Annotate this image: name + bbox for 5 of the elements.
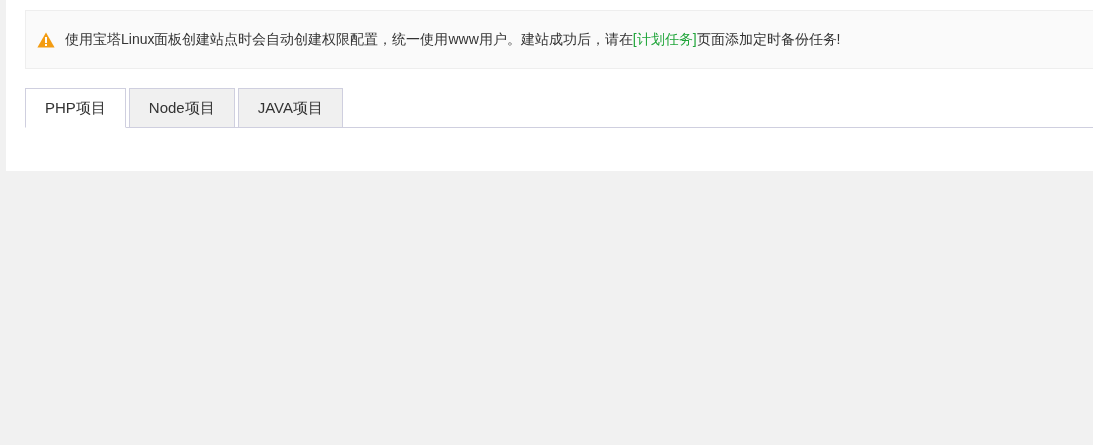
warning-icon [37, 31, 55, 48]
project-tab[interactable]: PHP项目 [25, 88, 126, 128]
notice-text: 使用宝塔Linux面板创建站点时会自动创建权限配置，统一使用www用户。建站成功后，请在[计划任务]页面添加定时备份任务! [65, 30, 841, 49]
project-tab[interactable]: JAVA项目 [237, 88, 343, 127]
project-tab[interactable]: Node项目 [128, 88, 235, 127]
